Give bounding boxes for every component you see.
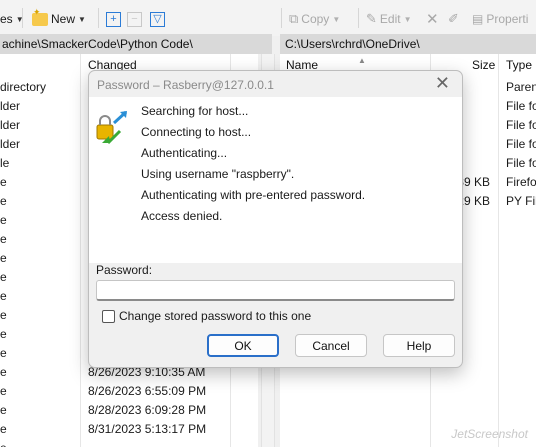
lock-key-icon: [96, 110, 128, 145]
log-line: Using username "raspberry".: [141, 167, 295, 181]
chevron-down-icon: ▼: [78, 14, 86, 24]
unselect-button[interactable]: −: [127, 10, 142, 28]
change-stored-password-checkbox[interactable]: Change stored password to this one: [102, 309, 311, 323]
log-line: Authenticating...: [141, 146, 228, 160]
close-icon: ✕: [426, 11, 439, 28]
checkbox-icon[interactable]: [102, 309, 115, 323]
copy-button[interactable]: ⧉ Copy ▼: [289, 10, 340, 28]
log-line: Access denied.: [141, 209, 223, 223]
ok-button[interactable]: OK: [207, 334, 279, 357]
new-label: New: [51, 12, 76, 26]
copy-icon: ⧉: [289, 11, 299, 26]
file-name-cell[interactable]: e: [0, 403, 7, 417]
file-type-cell: File fo: [506, 156, 536, 170]
filter-button[interactable]: ▽: [150, 10, 165, 28]
column-divider: [80, 54, 81, 447]
edit-button[interactable]: ✎ Edit ▼: [366, 10, 412, 28]
file-date-cell: 8/31/2023 5:13:17 PM: [88, 422, 207, 436]
file-name-cell[interactable]: e: [0, 327, 7, 341]
close-icon[interactable]: ✕: [435, 73, 450, 94]
file-name-cell[interactable]: lder: [0, 118, 20, 132]
right-path-bar[interactable]: C:\Users\rchrd\OneDrive\: [280, 34, 536, 54]
file-name-cell[interactable]: e: [0, 384, 7, 398]
chevron-down-icon: ▼: [403, 14, 412, 24]
file-type-cell: File fo: [506, 137, 536, 151]
file-name-cell[interactable]: e: [0, 251, 7, 265]
file-name-cell[interactable]: e: [0, 441, 7, 447]
help-button[interactable]: Help: [383, 334, 455, 357]
file-name-cell[interactable]: e: [0, 346, 7, 360]
cancel-button[interactable]: Cancel: [295, 334, 367, 357]
toolbar-divider: [281, 8, 282, 28]
filter-icon: ▽: [150, 11, 165, 27]
new-folder-icon: [32, 7, 48, 26]
file-type-cell: File fo: [506, 118, 536, 132]
properties-icon: ▤: [472, 12, 484, 26]
properties-button[interactable]: ▤ Properti: [472, 10, 528, 28]
plus-icon: +: [106, 11, 121, 27]
column-header-type[interactable]: Type: [506, 58, 532, 76]
rename-icon: ✐: [448, 11, 459, 26]
dialog-log-area: Searching for host... Connecting to host.…: [89, 97, 462, 263]
select-button[interactable]: +: [106, 10, 121, 28]
toolbar: es ▼ New ▼ + − ▽ ⧉ Copy ▼ ✎ Edit ▼ ✕ ✐ ▤…: [0, 0, 536, 36]
file-type-cell: Paren: [506, 80, 536, 94]
file-name-cell[interactable]: e: [0, 289, 7, 303]
edit-label: Edit: [379, 12, 401, 26]
toolbar-divider: [22, 8, 23, 28]
checkbox-label: Change stored password to this one: [119, 309, 312, 323]
properties-label: Properti: [486, 12, 529, 26]
file-name-cell[interactable]: lder: [0, 99, 20, 113]
minus-icon: −: [127, 11, 142, 27]
log-line: Authenticating with pre-entered password…: [141, 188, 366, 202]
file-name-cell[interactable]: e: [0, 270, 7, 284]
log-line: Searching for host...: [141, 104, 249, 118]
file-name-cell[interactable]: le: [0, 156, 9, 170]
toolbar-divider: [358, 8, 359, 28]
delete-button[interactable]: ✕: [426, 10, 439, 28]
password-input[interactable]: [96, 280, 455, 301]
toolbar-divider: [98, 8, 99, 28]
chevron-down-icon: ▼: [332, 14, 341, 24]
toolbar-truncated-label: es: [0, 12, 13, 26]
left-path-bar[interactable]: achine\SmackerCode\Python Code\: [0, 34, 272, 54]
file-name-cell[interactable]: e: [0, 175, 7, 189]
file-date-cell: 8/26/2023 6:55:09 PM: [88, 384, 207, 398]
copy-label: Copy: [301, 12, 330, 26]
dialog-title: Password – Rasberry@127.0.0.1: [97, 78, 274, 92]
file-type-cell: File fo: [506, 99, 536, 113]
file-name-cell[interactable]: lder: [0, 137, 20, 151]
file-name-cell[interactable]: e: [0, 213, 7, 227]
edit-icon: ✎: [366, 11, 377, 26]
new-button[interactable]: New ▼: [32, 7, 86, 28]
file-name-cell[interactable]: e: [0, 232, 7, 246]
watermark: JetScreenshot: [451, 427, 528, 441]
log-line: Connecting to host...: [141, 125, 252, 139]
file-type-cell: PY Fil: [506, 194, 536, 208]
toolbar-truncated-item[interactable]: es ▼: [0, 10, 24, 28]
file-date-cell: 8/28/2023 6:09:28 PM: [88, 403, 207, 417]
file-name-cell[interactable]: e: [0, 365, 7, 379]
file-type-cell: Firefo: [506, 175, 536, 189]
column-header-size[interactable]: Size: [472, 58, 495, 76]
file-name-cell[interactable]: e: [0, 308, 7, 322]
sort-up-icon: ▲: [358, 56, 366, 65]
file-name-cell[interactable]: directory: [0, 80, 46, 94]
password-label: Password:: [96, 263, 153, 277]
password-dialog: Password – Rasberry@127.0.0.1 ✕ Searchin…: [88, 70, 463, 368]
column-divider: [498, 54, 499, 447]
rename-button[interactable]: ✐: [448, 10, 459, 28]
file-name-cell[interactable]: e: [0, 194, 7, 208]
file-name-cell[interactable]: e: [0, 422, 7, 436]
